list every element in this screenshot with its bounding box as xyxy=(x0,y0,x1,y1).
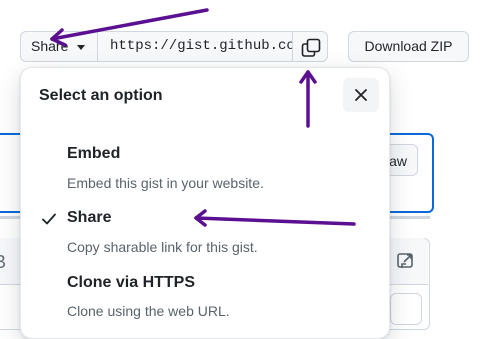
copy-url-button[interactable] xyxy=(292,31,328,62)
option-description: Copy sharable link for this gist. xyxy=(67,239,258,255)
check-icon xyxy=(41,211,57,232)
file-header-text: B xyxy=(0,252,7,272)
file-action-box xyxy=(390,293,422,325)
option-description: Clone using the web URL. xyxy=(67,303,230,319)
option-description: Embed this gist in your website. xyxy=(67,175,264,191)
copy-icon xyxy=(301,38,321,57)
share-options-menu: Select an option Embed Embed this gist i… xyxy=(20,67,390,339)
option-label: Embed xyxy=(67,145,121,162)
share-dropdown-button[interactable]: Share xyxy=(20,31,98,62)
gist-url-field[interactable]: https://gist.github.com/ xyxy=(97,31,293,62)
menu-title: Select an option xyxy=(39,87,163,104)
close-icon xyxy=(355,89,367,101)
option-label: Clone via HTTPS xyxy=(67,274,196,291)
close-menu-button[interactable] xyxy=(343,78,379,112)
option-label: Share xyxy=(67,209,112,226)
share-button-label: Share xyxy=(31,38,69,54)
link-external-icon[interactable] xyxy=(396,251,416,271)
download-zip-button[interactable]: Download ZIP xyxy=(348,31,469,62)
triangle-down-icon xyxy=(77,45,85,50)
